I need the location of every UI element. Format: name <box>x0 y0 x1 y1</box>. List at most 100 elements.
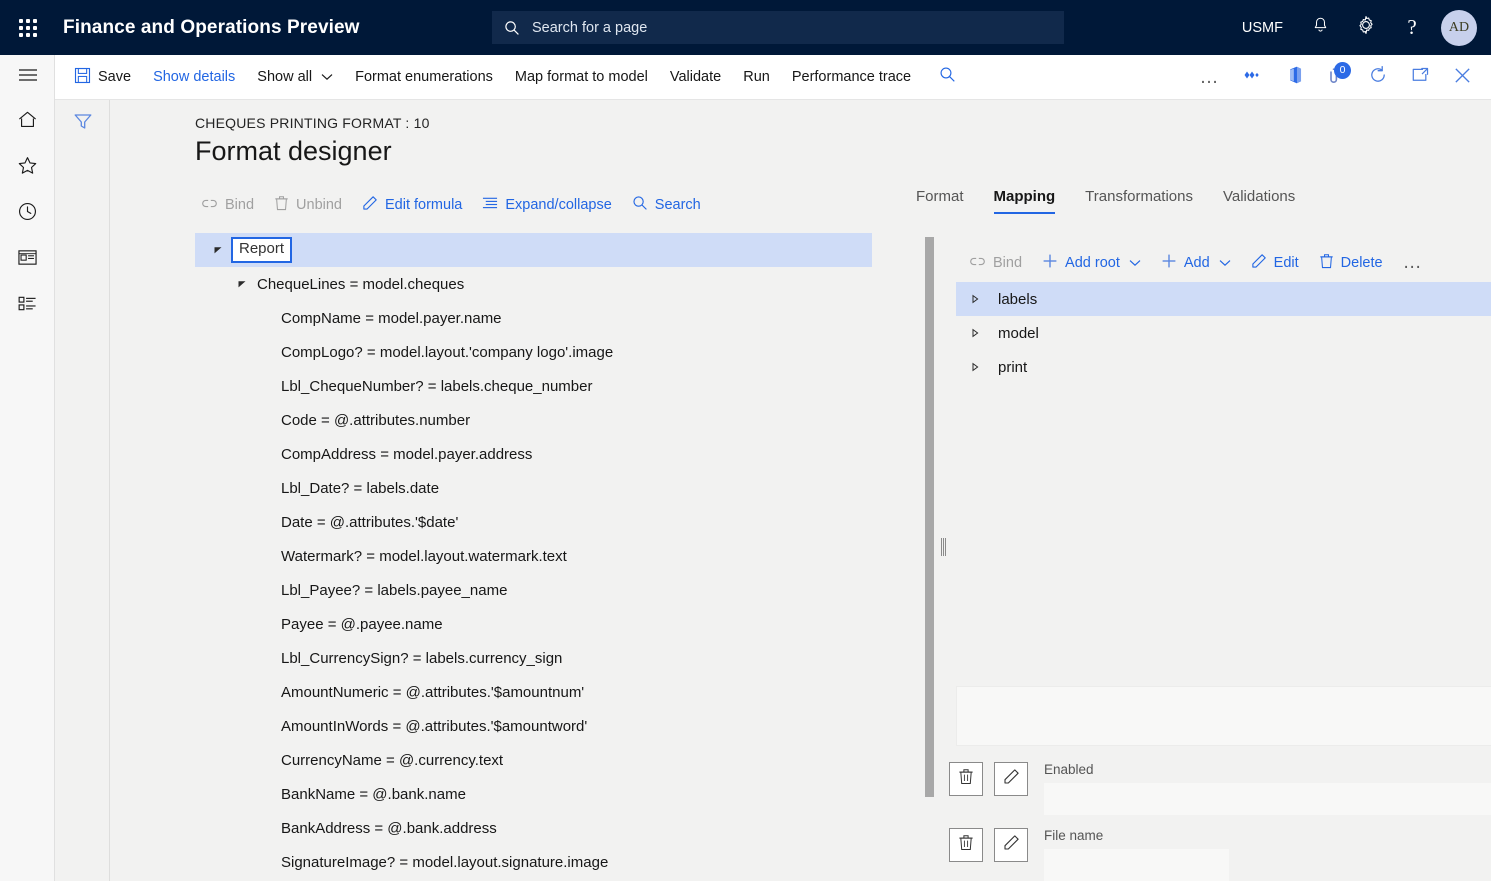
open-in-office-button[interactable] <box>1273 56 1315 100</box>
more-options-button[interactable]: … <box>1189 56 1231 100</box>
tree-row[interactable]: SignatureImage? = model.layout.signature… <box>195 845 872 879</box>
help-button[interactable]: ? <box>1389 0 1435 55</box>
map-format-to-model-button[interactable]: Map format to model <box>504 55 659 99</box>
tree-row[interactable]: Code = @.attributes.number <box>195 403 872 437</box>
notification-badge: 0 <box>1334 62 1351 79</box>
sidebar-item-favorites[interactable] <box>0 145 55 191</box>
command-bar-right-actions: … <box>1189 55 1491 100</box>
sidebar-item-workspaces[interactable] <box>0 237 55 283</box>
open-in-new-window-button[interactable] <box>1399 56 1441 100</box>
mapping-tree-row[interactable]: labels <box>956 282 1491 316</box>
tree-node-label: BankAddress = @.bank.address <box>275 820 497 837</box>
tree-row[interactable]: AmountNumeric = @.attributes.'$amountnum… <box>195 675 872 709</box>
mapping-more-button[interactable]: … <box>1393 248 1434 278</box>
app-root: Finance and Operations Preview USMF <box>0 0 1491 881</box>
mapping-delete-button[interactable]: Delete <box>1309 248 1393 278</box>
tree-row[interactable]: Watermark? = model.layout.watermark.text <box>195 539 872 573</box>
tree-row[interactable]: CompAddress = model.payer.address <box>195 437 872 471</box>
show-details-button[interactable]: Show details <box>142 55 246 99</box>
chevron-right-icon[interactable] <box>970 328 998 338</box>
tree-row[interactable]: BankAddress = @.bank.address <box>195 811 872 845</box>
tree-row[interactable]: Lbl_ChequeNumber? = labels.cheque_number <box>195 369 872 403</box>
tree-row[interactable]: Lbl_Date? = labels.date <box>195 471 872 505</box>
tree-search-button[interactable]: Search <box>622 190 711 220</box>
global-search[interactable] <box>492 11 1064 44</box>
tree-row[interactable]: Lbl_Payee? = labels.payee_name <box>195 573 872 607</box>
chevron-expanded-icon[interactable] <box>233 279 251 289</box>
add-root-label: Add root <box>1065 255 1120 271</box>
unbind-button[interactable]: Unbind <box>264 190 352 220</box>
command-search-button[interactable] <box>926 55 968 99</box>
tree-row[interactable]: BankName = @.bank.name <box>195 777 872 811</box>
edit-formula-button[interactable]: Edit formula <box>352 190 472 220</box>
add-button[interactable]: Add <box>1151 248 1241 278</box>
pencil-icon <box>1251 253 1267 273</box>
sidebar-item-modules[interactable] <box>0 283 55 329</box>
field-edit-button[interactable] <box>994 762 1028 796</box>
chevron-right-icon[interactable] <box>970 362 998 372</box>
chevron-right-icon[interactable] <box>970 294 998 304</box>
page-content: CHEQUES PRINTING FORMAT : 10 Format desi… <box>111 100 1491 881</box>
search-input[interactable] <box>530 19 1052 37</box>
validate-label: Validate <box>670 69 721 85</box>
notifications-button[interactable] <box>1297 0 1343 55</box>
field-delete-button[interactable] <box>949 762 983 796</box>
tree-node-name-input[interactable]: Report <box>231 237 292 263</box>
tree-row[interactable]: Report <box>195 233 872 267</box>
tree-node-label: Date = @.attributes.'$date' <box>275 514 458 531</box>
tree-row[interactable]: AmountInWords = @.attributes.'$amountwor… <box>195 709 872 743</box>
avatar[interactable]: AD <box>1441 10 1477 46</box>
detail-field-row: Enabled <box>949 762 1491 815</box>
run-button[interactable]: Run <box>732 55 781 99</box>
refresh-button[interactable] <box>1357 56 1399 100</box>
attachments-button[interactable] <box>1231 56 1273 100</box>
close-button[interactable] <box>1441 56 1483 100</box>
mapping-tree[interactable]: labelsmodelprint <box>956 282 1491 384</box>
field-delete-button[interactable] <box>949 828 983 862</box>
field-input[interactable] <box>1044 783 1491 815</box>
validate-button[interactable]: Validate <box>659 55 732 99</box>
tab-format[interactable]: Format <box>901 188 979 214</box>
expand-collapse-label: Expand/collapse <box>505 197 611 213</box>
tree-row[interactable]: ChequeLines = model.cheques <box>195 267 872 301</box>
messages-button[interactable]: 0 <box>1315 56 1357 100</box>
mapping-tree-row[interactable]: print <box>956 350 1491 384</box>
format-tree[interactable]: Report ChequeLines = model.cheques CompNam… <box>195 233 872 881</box>
settings-button[interactable] <box>1343 0 1389 55</box>
tree-row[interactable]: CompName = model.payer.name <box>195 301 872 335</box>
field-edit-button[interactable] <box>994 828 1028 862</box>
tree-node-label: AmountNumeric = @.attributes.'$amountnum… <box>275 684 584 701</box>
menu-button[interactable] <box>0 55 55 99</box>
company-selector[interactable]: USMF <box>1228 20 1297 36</box>
tree-node-label: ChequeLines = model.cheques <box>251 276 464 293</box>
show-all-dropdown[interactable]: Show all <box>246 55 344 99</box>
sidebar-item-recent[interactable] <box>0 191 55 237</box>
mapping-tree-row[interactable]: model <box>956 316 1491 350</box>
expand-collapse-button[interactable]: Expand/collapse <box>472 190 621 220</box>
mapping-edit-button[interactable]: Edit <box>1241 248 1309 278</box>
mapping-bind-button[interactable]: Bind <box>959 248 1032 278</box>
bind-button[interactable]: Bind <box>191 190 264 220</box>
show-filters-button[interactable] <box>55 100 110 148</box>
tree-row[interactable]: Payee = @.payee.name <box>195 607 872 641</box>
mapping-bind-label: Bind <box>993 255 1022 271</box>
tab-validations[interactable]: Validations <box>1208 188 1310 214</box>
field-label: File name <box>1044 828 1229 843</box>
field-input[interactable] <box>1044 849 1229 881</box>
chevron-expanded-icon[interactable] <box>209 245 227 255</box>
sidebar-item-home[interactable] <box>0 99 55 145</box>
field-label: Enabled <box>1044 762 1491 777</box>
tab-transformations[interactable]: Transformations <box>1070 188 1208 214</box>
chevron-down-icon <box>321 73 333 81</box>
format-enumerations-button[interactable]: Format enumerations <box>344 55 504 99</box>
tree-row[interactable]: CompLogo? = model.layout.'company logo'.… <box>195 335 872 369</box>
tab-mapping[interactable]: Mapping <box>979 188 1071 214</box>
tree-node-label: Lbl_Date? = labels.date <box>275 480 439 497</box>
save-button[interactable]: Save <box>63 55 142 99</box>
tree-row[interactable]: Lbl_CurrencySign? = labels.currency_sign <box>195 641 872 675</box>
app-launcher-button[interactable] <box>0 0 55 55</box>
performance-trace-button[interactable]: Performance trace <box>781 55 922 99</box>
add-root-button[interactable]: Add root <box>1032 248 1151 278</box>
tree-row[interactable]: CurrencyName = @.currency.text <box>195 743 872 777</box>
tree-row[interactable]: Date = @.attributes.'$date' <box>195 505 872 539</box>
